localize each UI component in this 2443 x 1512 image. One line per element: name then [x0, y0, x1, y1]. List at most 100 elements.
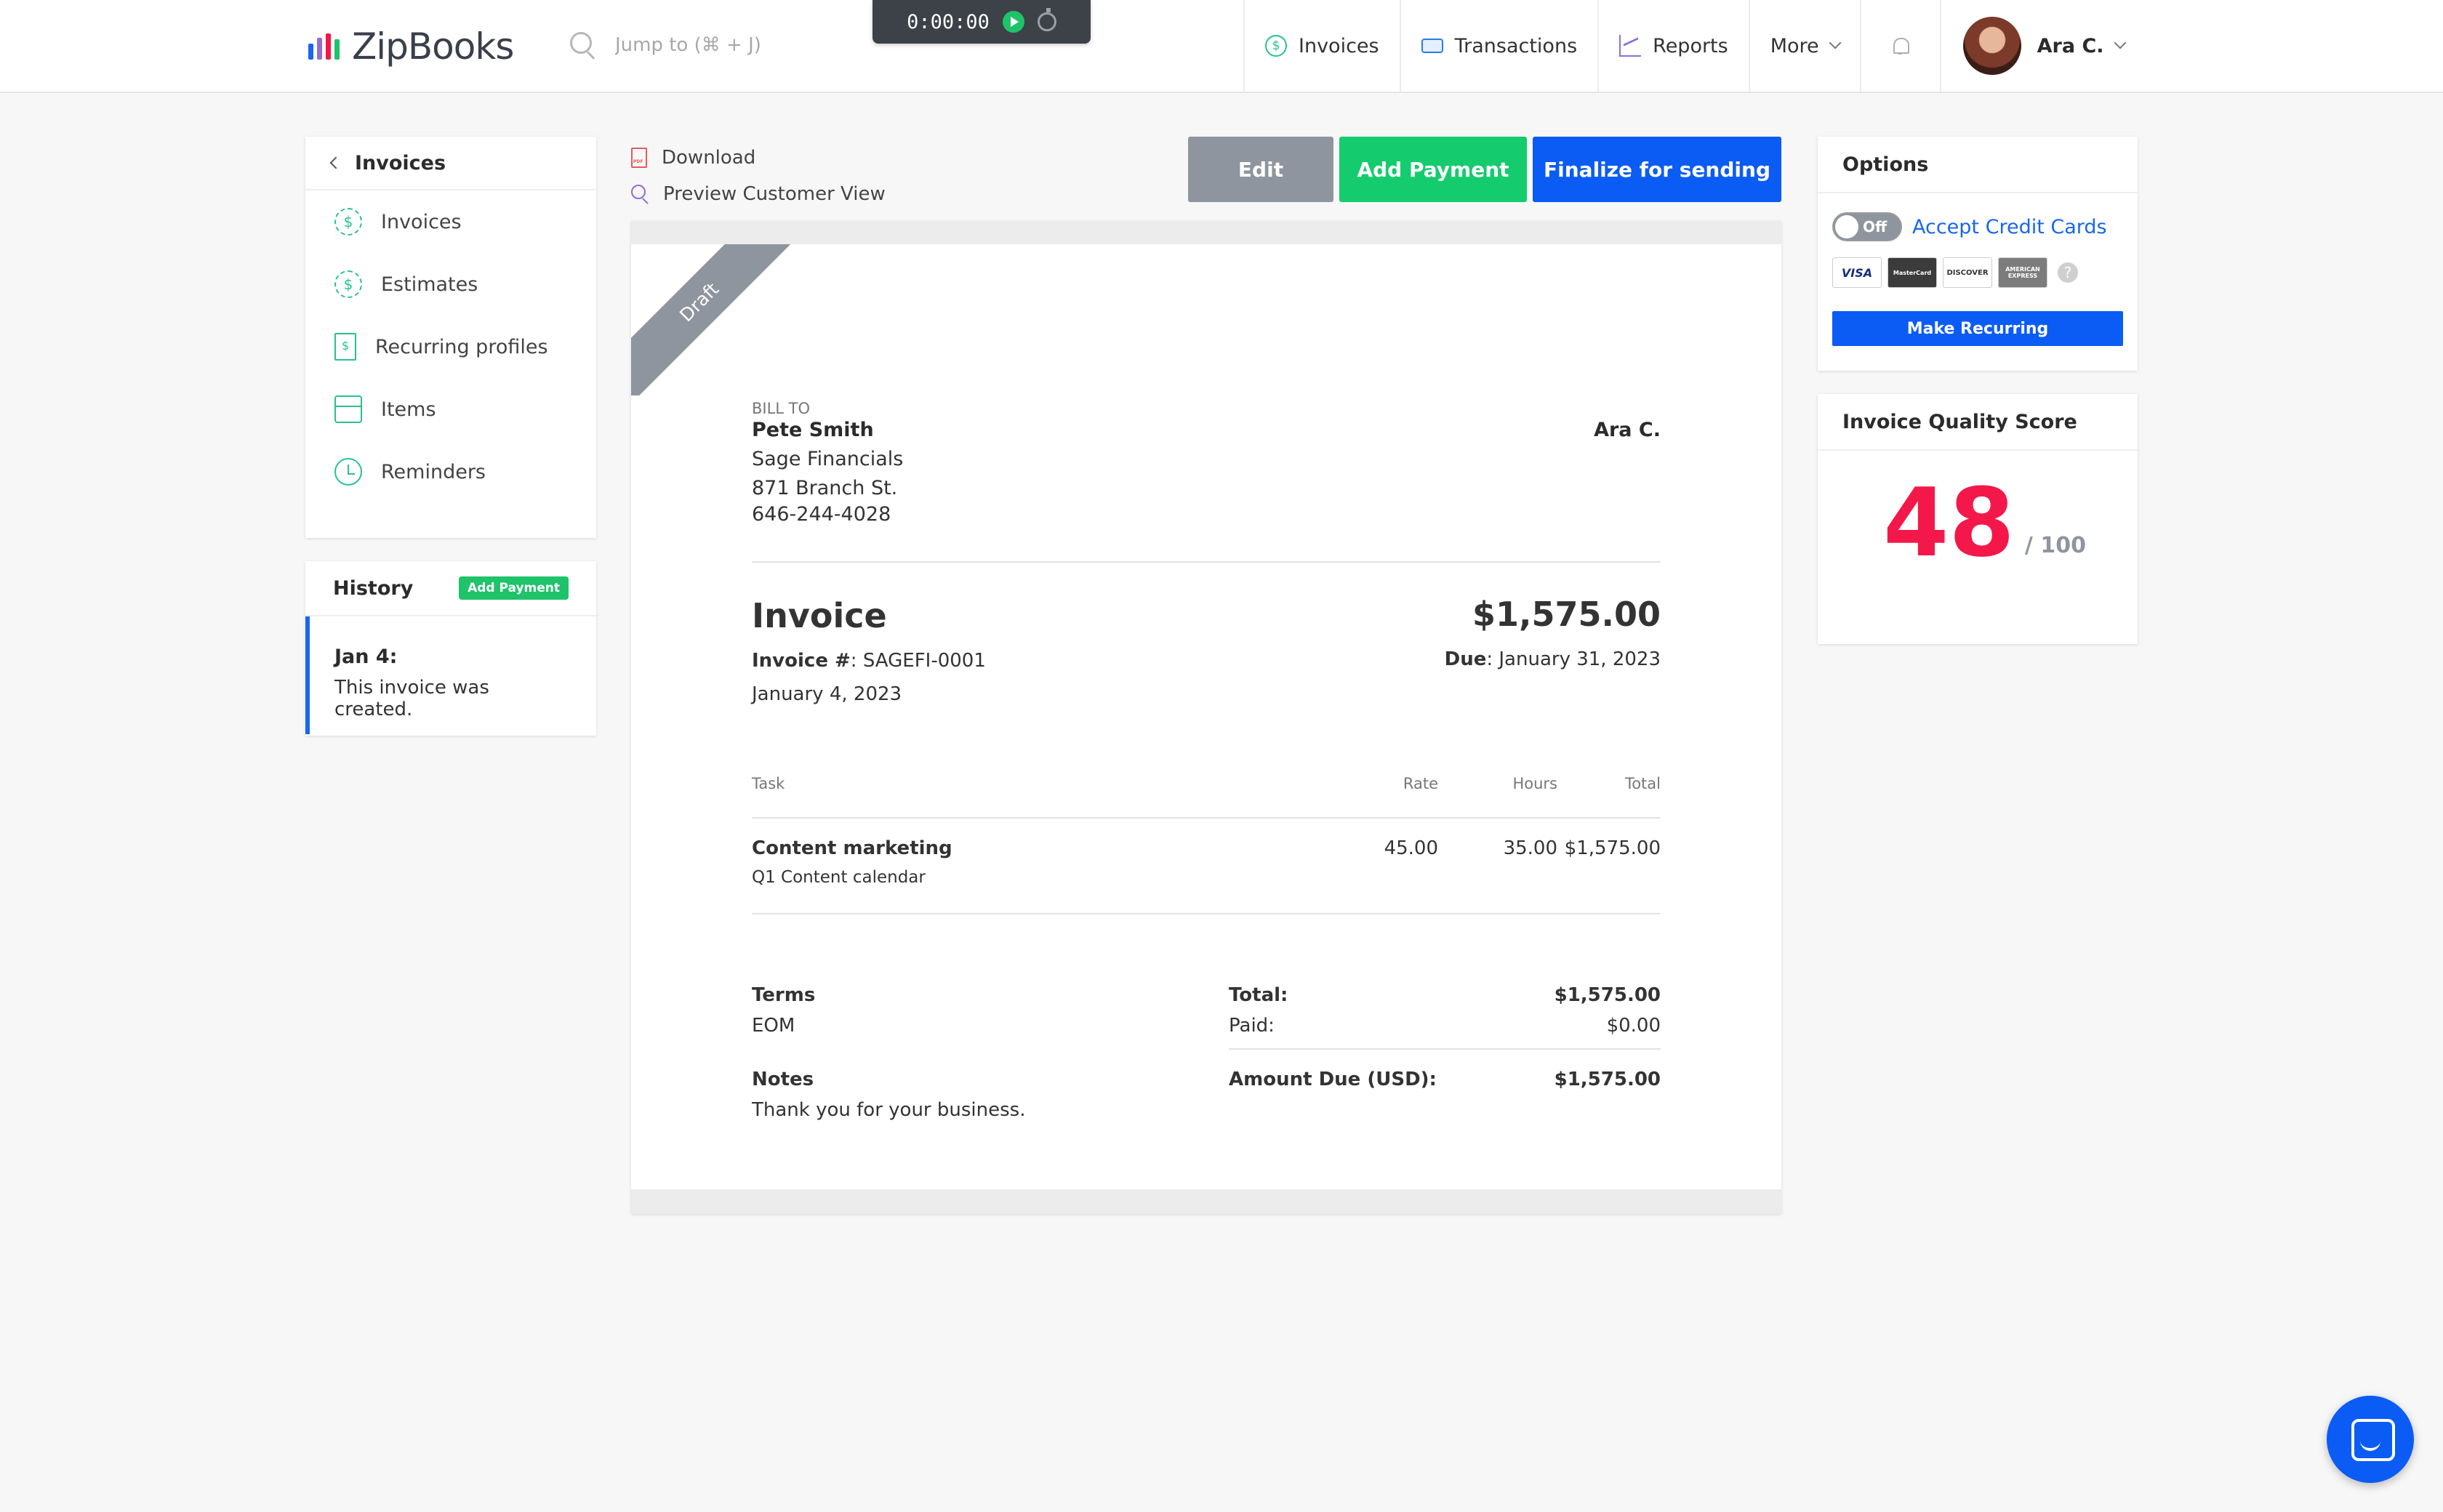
history-add-payment-button[interactable]: Add Payment	[459, 576, 569, 600]
chat-launcher-icon[interactable]	[2327, 1396, 2414, 1483]
sidebar-item-estimates[interactable]: $ Estimates	[305, 253, 596, 315]
amount-due-label: Amount Due (USD):	[1229, 1069, 1437, 1090]
nav-more-label: More	[1770, 34, 1819, 57]
amex-icon: AMERICAN EXPRESS	[1998, 257, 2047, 288]
download-label: Download	[662, 147, 756, 169]
history-date: Jan 4:	[334, 646, 398, 668]
quality-score: 48	[1883, 467, 2015, 578]
download-link[interactable]: Download	[631, 140, 886, 176]
total-value: $1,575.00	[1554, 984, 1661, 1006]
divider	[752, 817, 1661, 819]
client-name: Pete Smith	[752, 419, 874, 441]
stopwatch-icon[interactable]	[1037, 8, 1056, 31]
user-menu[interactable]: Ara C.	[1939, 0, 2145, 92]
notifications-button[interactable]	[1859, 0, 1940, 92]
money-icon	[1421, 39, 1443, 53]
sidebar-item-reminders[interactable]: Reminders	[305, 441, 596, 503]
nav-reports-label: Reports	[1653, 34, 1728, 57]
add-payment-button[interactable]: Add Payment	[1339, 137, 1527, 202]
divider	[1229, 1048, 1661, 1050]
due-label: Due	[1444, 648, 1487, 670]
sidebar-item-label: Reminders	[381, 460, 486, 483]
avatar	[1962, 17, 2021, 75]
preview-customer-view-link[interactable]: Preview Customer View	[631, 176, 886, 212]
invoice-number-label: Invoice #	[752, 650, 851, 672]
column-total: Total	[1624, 775, 1661, 792]
timer-display: 0:00:00	[907, 10, 990, 33]
logo-text: ZipBooks	[352, 25, 514, 68]
help-icon[interactable]: ?	[2058, 262, 2078, 283]
recurring-doc-icon	[334, 333, 356, 361]
chevron-down-icon	[1829, 36, 1842, 49]
mastercard-icon: MasterCard	[1888, 257, 1937, 288]
user-name: Ara C.	[2037, 34, 2104, 57]
search-input[interactable]	[615, 34, 833, 56]
invoice-date: January 4, 2023	[752, 683, 902, 705]
nav-reports[interactable]: Reports	[1597, 0, 1749, 92]
history-title: History	[333, 576, 414, 600]
sidebar-item-items[interactable]: Items	[305, 378, 596, 441]
jump-search[interactable]	[567, 29, 833, 61]
history-text: This invoice was created.	[334, 677, 489, 720]
options-title: Options	[1818, 137, 2138, 193]
invoice-amount: $1,575.00	[1472, 595, 1661, 634]
terms-value: EOM	[752, 1015, 795, 1037]
invoice-number-value: : SAGEFI-0001	[850, 650, 986, 672]
divider	[752, 561, 1661, 563]
total-label: Total:	[1229, 984, 1288, 1006]
make-recurring-button[interactable]: Make Recurring	[1832, 311, 2123, 346]
nav-invoices[interactable]: $ Invoices	[1243, 0, 1400, 92]
client-address: 871 Branch St.	[752, 477, 898, 499]
bill-to-label: BILL TO	[752, 400, 811, 417]
time-tracker: 0:00:00	[872, 0, 1091, 44]
chevron-down-icon	[2114, 36, 2127, 49]
main-nav: $ Invoices Transactions Reports More Ara…	[1243, 0, 2145, 92]
toggle-state: Off	[1863, 218, 1888, 236]
invoice-due: Due: January 31, 2023	[1445, 648, 1661, 670]
nav-transactions-label: Transactions	[1454, 34, 1578, 57]
quality-title: Invoice Quality Score	[1818, 394, 2138, 451]
accept-cards-toggle[interactable]: Off	[1832, 212, 1902, 241]
history-entry: Jan 4: This invoice was created.	[305, 616, 596, 734]
invoice-title: Invoice	[752, 596, 887, 635]
preview-label: Preview Customer View	[663, 183, 886, 205]
finalize-button[interactable]: Finalize for sending	[1533, 137, 1781, 202]
options-panel: Options Off Accept Credit Cards VISA Mas…	[1818, 137, 2138, 371]
nav-transactions[interactable]: Transactions	[1399, 0, 1598, 92]
invoice-number: Invoice #: SAGEFI-0001	[752, 650, 986, 672]
client-company: Sage Financials	[752, 448, 904, 470]
sidebar-back[interactable]: Invoices	[305, 137, 596, 190]
amount-due-value: $1,575.00	[1554, 1069, 1661, 1090]
sidebar-item-recurring-profiles[interactable]: Recurring profiles	[305, 315, 596, 378]
invoice-preview: Draft BILL TO Pete Smith Sage Financials…	[631, 221, 1781, 1214]
divider	[752, 913, 1661, 914]
accept-credit-cards-link[interactable]: Accept Credit Cards	[1912, 216, 2107, 238]
logo-bars-icon	[308, 33, 343, 60]
dollar-circle-icon: $	[334, 208, 362, 236]
from-name: Ara C.	[1594, 419, 1661, 441]
visa-icon: VISA	[1832, 257, 1882, 288]
magnifier-icon	[631, 185, 650, 204]
draft-ribbon-label: Draft	[631, 244, 806, 395]
edit-button[interactable]: Edit	[1188, 137, 1333, 202]
history-panel: History Add Payment Jan 4: This invoice …	[305, 561, 596, 736]
sidebar-item-label: Items	[381, 398, 436, 421]
box-icon	[334, 395, 362, 423]
play-icon[interactable]	[1002, 11, 1024, 33]
zipbooks-logo[interactable]: ZipBooks	[308, 25, 514, 68]
invoices-sidebar: Invoices $ Invoices $ Estimates Recurrin…	[305, 137, 596, 538]
alarm-clock-icon	[334, 458, 362, 486]
line-rate: 45.00	[1384, 837, 1438, 859]
quality-score-max: / 100	[2024, 533, 2086, 558]
card-logos: VISA MasterCard DISCOVER AMERICAN EXPRES…	[1832, 257, 2078, 288]
accept-cards-row: Off Accept Credit Cards	[1832, 212, 2107, 241]
nav-more[interactable]: More	[1748, 0, 1860, 92]
terms-label: Terms	[752, 984, 816, 1006]
chevron-left-icon	[329, 156, 342, 169]
top-navbar: ZipBooks 0:00:00 $ Invoices Transactions…	[0, 0, 2443, 93]
line-description: Q1 Content calendar	[752, 868, 926, 887]
column-task: Task	[752, 775, 785, 792]
sidebar-item-invoices[interactable]: $ Invoices	[305, 190, 596, 253]
invoice-paper: Draft BILL TO Pete Smith Sage Financials…	[631, 244, 1781, 1189]
sidebar-item-label: Invoices	[381, 210, 462, 233]
